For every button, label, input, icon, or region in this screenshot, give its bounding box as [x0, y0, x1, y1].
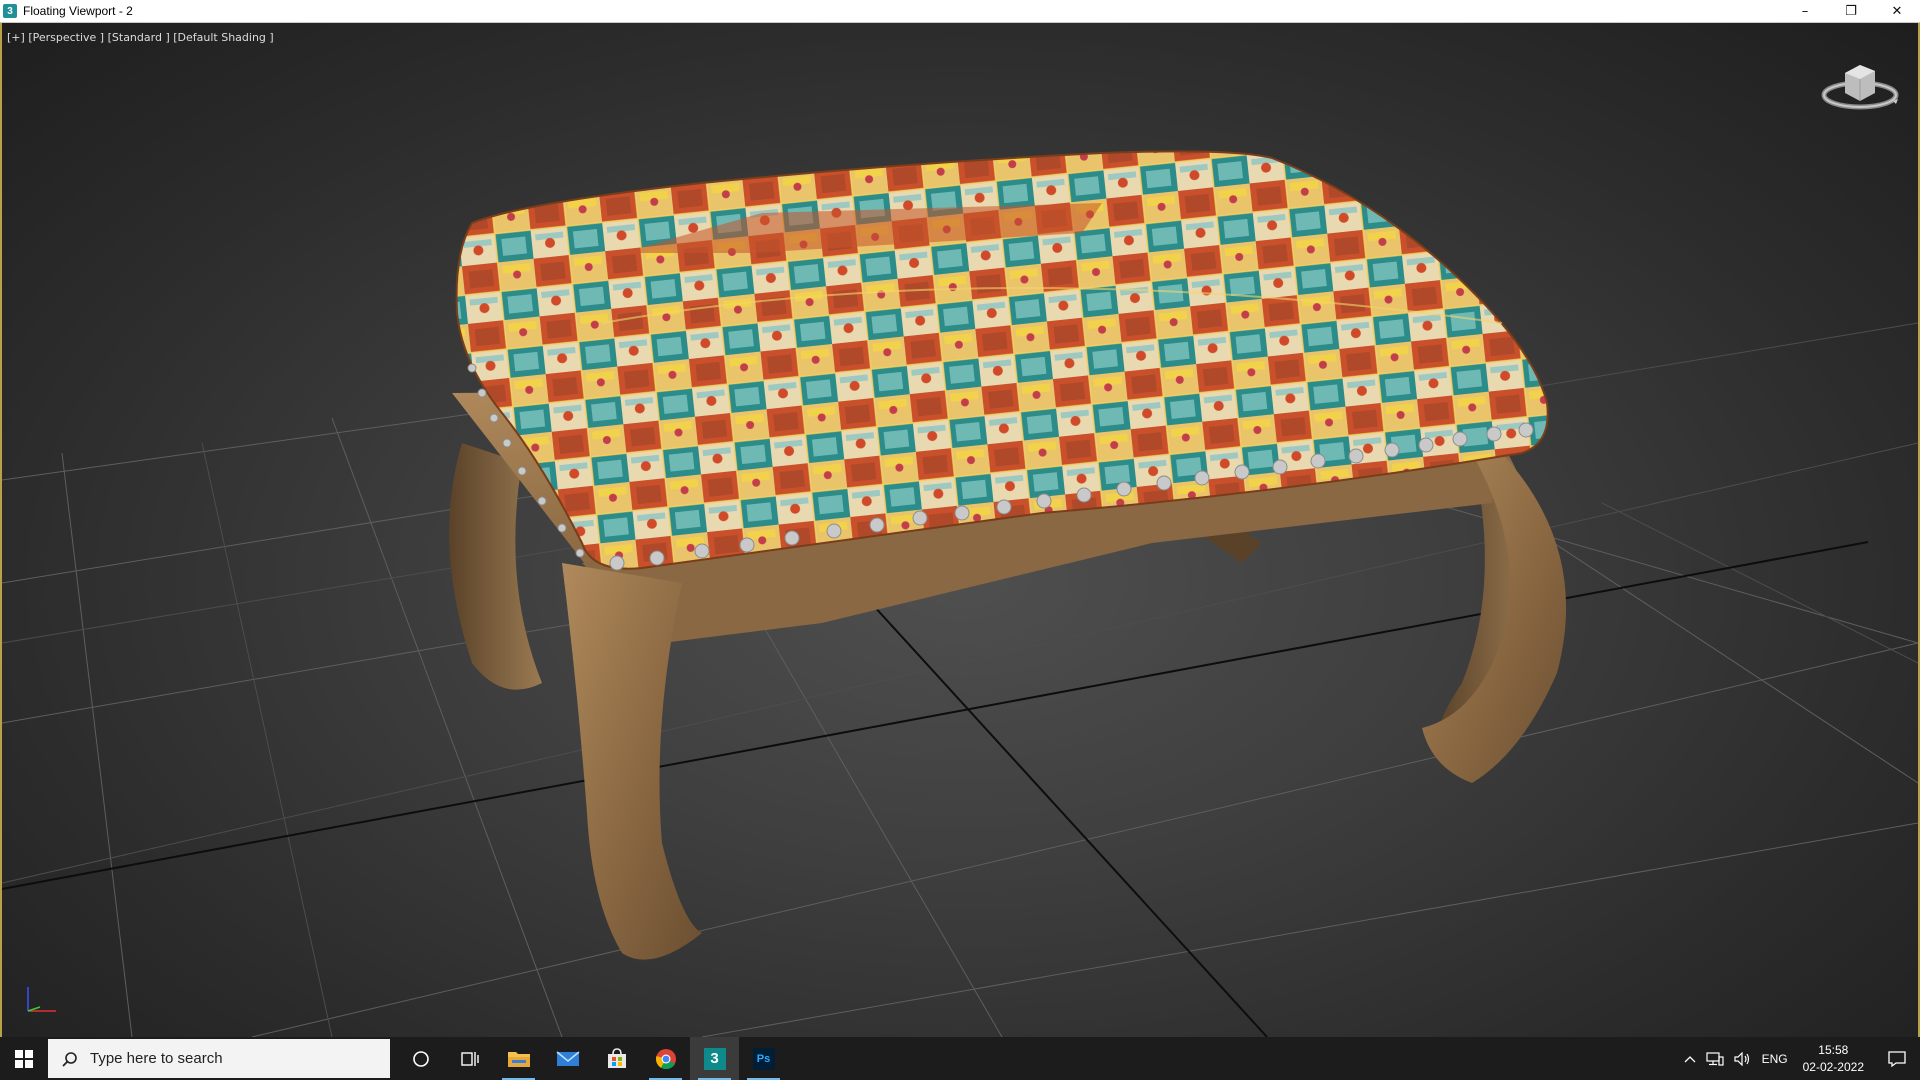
title-bar[interactable]: 3 Floating Viewport - 2 – ❐ ✕ [0, 0, 1920, 23]
cortana-button[interactable] [396, 1037, 445, 1080]
cortana-icon [412, 1050, 429, 1067]
close-button[interactable]: ✕ [1874, 0, 1920, 22]
3dsmax-taskbar-button[interactable]: 3 [690, 1037, 739, 1080]
photoshop-icon-label: Ps [756, 1052, 771, 1065]
clock-date: 02-02-2022 [1802, 1059, 1864, 1074]
restore-button[interactable]: ❐ [1828, 0, 1874, 22]
window-controls: – ❐ ✕ [1782, 0, 1920, 22]
chevron-up-icon [1684, 1055, 1696, 1062]
task-view-icon [460, 1051, 479, 1066]
start-button[interactable] [0, 1037, 48, 1080]
ottoman-model [449, 150, 1567, 960]
network-button[interactable] [1701, 1037, 1729, 1080]
viewport-view-menu[interactable]: [Perspective ] [28, 31, 104, 44]
chrome-button[interactable] [641, 1037, 690, 1080]
show-hidden-icons-button[interactable] [1679, 1037, 1701, 1080]
perspective-viewport[interactable]: [+] [Perspective ] [Standard ] [Default … [0, 23, 1920, 1037]
speaker-icon [1733, 1051, 1749, 1066]
store-button[interactable] [592, 1037, 641, 1080]
system-tray: ENG 15:58 02-02-2022 [1679, 1037, 1920, 1080]
task-view-button[interactable] [445, 1037, 494, 1080]
3dsmax-icon-label: 3 [710, 1050, 719, 1067]
3dsmax-app-icon[interactable]: 3 [3, 4, 17, 18]
volume-button[interactable] [1729, 1037, 1757, 1080]
y-axis-line [861, 592, 1268, 1037]
clock[interactable]: 15:58 02-02-2022 [1793, 1042, 1874, 1076]
file-explorer-icon [507, 1051, 530, 1067]
axis-tripod-icon [27, 987, 56, 1012]
viewport-label: [+] [Perspective ] [Standard ] [Default … [7, 31, 274, 44]
search-icon [62, 1051, 77, 1067]
search-input[interactable]: Type here to search [48, 1039, 390, 1078]
chrome-icon [655, 1048, 676, 1069]
network-icon [1705, 1051, 1724, 1066]
clock-time: 15:58 [1818, 1042, 1849, 1057]
file-explorer-button[interactable] [494, 1037, 543, 1080]
input-language-button[interactable]: ENG [1757, 1037, 1793, 1080]
3d-scene[interactable] [2, 23, 1918, 1037]
store-icon [607, 1047, 626, 1068]
window-title: Floating Viewport - 2 [23, 4, 133, 18]
mail-button[interactable] [543, 1037, 592, 1080]
notifications-button[interactable] [1874, 1037, 1920, 1080]
viewport-shading-mode-menu[interactable]: [Standard ] [108, 31, 170, 44]
mail-icon [555, 1050, 580, 1066]
search-placeholder: Type here to search [90, 1050, 223, 1067]
viewport-menu-plus[interactable]: [+] [7, 31, 25, 44]
action-center-icon [1888, 1050, 1906, 1067]
minimize-button[interactable]: – [1782, 0, 1828, 22]
viewport-shading-menu[interactable]: [Default Shading ] [173, 31, 273, 44]
windows-start-icon [15, 1049, 33, 1068]
viewcube-icon[interactable] [1820, 53, 1900, 113]
photoshop-button[interactable]: Ps [739, 1037, 788, 1080]
windows-taskbar: Type here to search 3 Ps ENG 15:58 02-02… [0, 1037, 1920, 1080]
